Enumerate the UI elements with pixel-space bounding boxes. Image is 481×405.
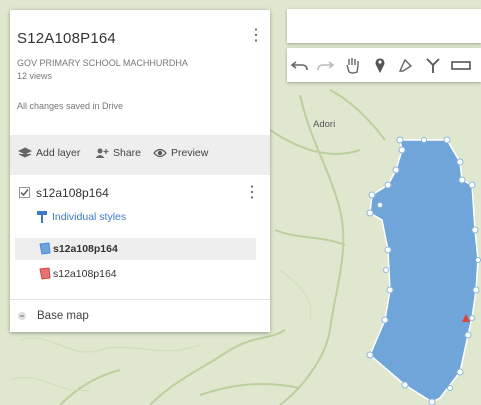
save-status: All changes saved in Drive [17,101,124,111]
feature-item-1[interactable]: s12a108p164 [15,238,256,260]
directions-icon[interactable] [422,54,444,76]
add-layer-label: Add layer [36,147,81,159]
layer-name[interactable]: s12a108p164 [36,186,109,200]
collapse-icon [18,312,26,320]
add-layer-button[interactable]: Add layer [18,147,80,159]
feature-label-2: s12a108p164 [53,268,117,280]
red-polygon-icon [39,267,51,280]
add-person-icon [95,148,109,158]
panel-divider [10,299,270,300]
base-map-label: Base map [37,310,89,322]
base-map-toggle[interactable]: Base map [17,310,89,322]
map-legend-panel: S12A108P164 ⋮ GOV PRIMARY SCHOOL MACHHUR… [10,10,270,332]
undo-icon[interactable] [289,54,311,76]
map-title[interactable]: S12A108P164 [17,30,116,47]
layer-visibility-checkbox[interactable] [19,187,30,198]
layer-options-icon[interactable]: ⋮ [244,183,260,203]
search-box[interactable] [287,9,481,43]
paint-roller-icon [37,211,47,223]
share-label: Share [113,147,142,159]
share-button[interactable]: Share [95,147,141,159]
individual-styles-label: Individual styles [52,211,127,223]
map-place-label: Adori [313,119,336,130]
feature-item-2[interactable]: s12a108p164 [15,263,256,285]
eye-icon [153,148,167,158]
preview-label: Preview [171,147,209,159]
blue-polygon-icon [39,242,51,255]
panel-actions-bar: Add layer Share Preview [10,135,270,175]
map-description[interactable]: GOV PRIMARY SCHOOL MACHHURDHA [17,58,188,68]
map-toolbar [287,48,481,82]
redo-icon[interactable] [314,54,336,76]
draw-line-icon[interactable] [395,54,417,76]
marker-icon[interactable] [369,54,391,76]
feature-label-1: s12a108p164 [53,243,118,255]
individual-styles-link[interactable]: Individual styles [36,210,126,224]
ruler-icon[interactable] [450,54,472,76]
preview-button[interactable]: Preview [153,147,208,159]
layers-icon [18,147,32,158]
hand-icon[interactable] [342,54,364,76]
view-count: 12 views [17,71,53,81]
map-options-icon[interactable]: ⋮ [248,26,264,46]
